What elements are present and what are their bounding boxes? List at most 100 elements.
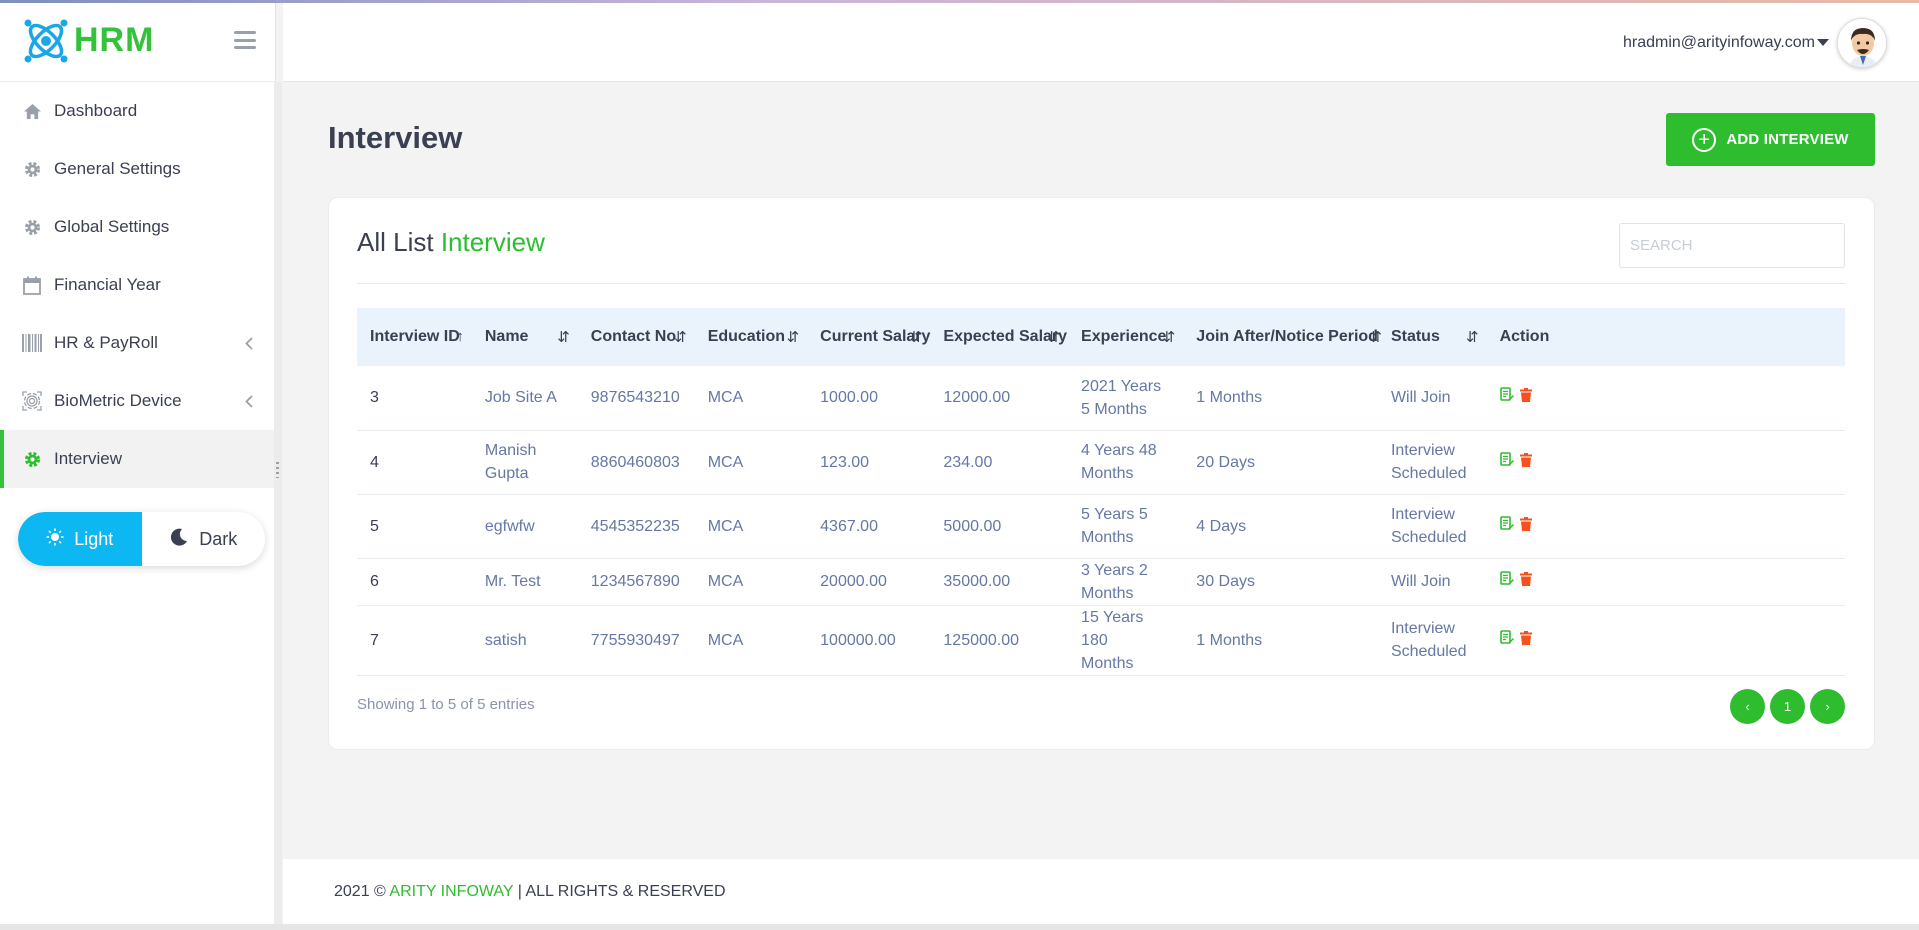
sidebar-resize-handle[interactable] (274, 82, 282, 930)
cell-education: MCA (694, 494, 808, 559)
cell-action (1486, 605, 1845, 676)
home-icon (22, 101, 42, 121)
moon-icon (169, 527, 189, 552)
card-title-prefix: All List (357, 227, 434, 257)
cell-expected-salary: 5000.00 (930, 494, 1069, 559)
page-1-button[interactable]: 1 (1770, 689, 1805, 724)
sidebar-item-hr-payroll[interactable]: HR & PayRoll (0, 314, 275, 372)
column-header-education[interactable]: Education ⇵ (695, 308, 807, 366)
sidebar-item-interview[interactable]: Interview (0, 430, 275, 488)
delete-icon[interactable] (1519, 386, 1532, 409)
edit-icon[interactable] (1499, 386, 1514, 409)
cell-education: MCA (694, 605, 808, 676)
cell-interview-id: 3 (357, 366, 472, 431)
cell-name: Job Site A (471, 366, 578, 431)
column-header-interview-id[interactable]: Interview ID ↑ (357, 308, 472, 366)
cell-contact-no: 7755930497 (577, 605, 695, 676)
table-row: 5 egfwfw 4545352235 MCA 4367.00 5000.00 5 Year… (357, 494, 1845, 559)
column-header-status[interactable]: Status ⇵ (1378, 308, 1487, 366)
cell-status: Interview Scheduled (1377, 494, 1487, 559)
cell-name: Manish Gupta (471, 430, 578, 495)
theme-toggle: Light Dark (18, 512, 265, 566)
cell-name: satish (471, 605, 578, 676)
logo-text: HRM (74, 21, 155, 59)
sort-icon[interactable]: ⇵ (1163, 328, 1176, 346)
cell-expected-salary: 12000.00 (930, 366, 1069, 431)
edit-icon[interactable] (1499, 515, 1514, 538)
cell-experience: 2021 Years 5 Months (1068, 366, 1184, 431)
entries-info: Showing 1 to 5 of 5 entries (357, 696, 535, 713)
column-header-experience[interactable]: Experience ⇵ (1068, 308, 1183, 366)
sort-icon[interactable]: ⇵ (910, 328, 923, 346)
light-theme-button[interactable]: Light (18, 512, 142, 566)
column-header-current-salary[interactable]: Current Salary ⇵ (807, 308, 930, 366)
user-email[interactable]: hradmin@arityinfoway.com (1623, 34, 1815, 52)
light-theme-label: Light (74, 528, 114, 549)
edit-icon[interactable] (1499, 570, 1514, 593)
avatar[interactable] (1837, 18, 1887, 68)
cell-current-salary: 100000.00 (807, 605, 931, 676)
sort-icon[interactable]: ⇵ (674, 328, 687, 346)
chevron-left-icon (245, 393, 253, 413)
column-header-join-after[interactable]: Join After/Notice Period ⇵ (1183, 308, 1382, 366)
logo-icon (24, 19, 68, 62)
card-title-accent: Interview (440, 227, 545, 257)
page-title: Interview (328, 120, 463, 155)
edit-icon[interactable] (1499, 451, 1514, 474)
sidebar-item-global-settings[interactable]: Global Settings (0, 198, 275, 256)
cell-experience: 15 Years 180 Months (1068, 605, 1184, 676)
edit-icon[interactable] (1499, 629, 1514, 652)
sidebar-item-label: BioMetric Device (54, 391, 182, 410)
cell-status: Will Join (1377, 366, 1487, 431)
cell-expected-salary: 35000.00 (930, 558, 1069, 606)
cell-status: Interview Scheduled (1377, 430, 1487, 495)
cell-notice-period: 4 Days (1183, 494, 1378, 559)
cell-action (1486, 558, 1845, 606)
sidebar-item-label: Global Settings (54, 217, 170, 236)
footer-brand-link[interactable]: ARITY INFOWAY (389, 883, 513, 900)
column-header-name[interactable]: Name ⇵ (472, 308, 578, 366)
sort-icon[interactable]: ⇵ (787, 328, 800, 346)
gear-icon (22, 449, 42, 469)
sidebar-item-general-settings[interactable]: General Settings (0, 140, 275, 198)
column-header-action: Action (1499, 328, 1550, 345)
delete-icon[interactable] (1519, 515, 1532, 538)
next-page-button[interactable]: › (1810, 689, 1845, 724)
sidebar-item-dashboard[interactable]: Dashboard (0, 82, 275, 140)
prev-page-button[interactable]: ‹ (1730, 689, 1765, 724)
sidebar-item-financial-year[interactable]: Financial Year (0, 256, 275, 314)
sort-icon[interactable]: ↑ (456, 328, 464, 345)
cell-name: egfwfw (471, 494, 578, 559)
menu-toggle-icon[interactable] (234, 31, 256, 49)
column-header-expected-salary[interactable]: Expected Salary ⇵ (930, 308, 1068, 366)
fingerprint-icon (22, 391, 42, 411)
sort-icon[interactable]: ⇵ (1047, 328, 1060, 346)
sidebar-item-label: Dashboard (54, 101, 138, 120)
sidebar-item-biometric-device[interactable]: BioMetric Device (0, 372, 275, 430)
interview-list-card: All List Interview Interview ID↑ Name⇵ C… (328, 197, 1875, 750)
cell-expected-salary: 125000.00 (930, 605, 1069, 676)
cell-experience: 3 Years 2 Months (1068, 558, 1184, 606)
barcode-icon (22, 333, 42, 353)
add-interview-button[interactable]: + ADD INTERVIEW (1666, 113, 1875, 166)
sort-icon[interactable]: ⇵ (1466, 328, 1479, 346)
table-header-row: Interview ID ↑ Name ⇵ Contact No ⇵ Educatio… (357, 308, 1845, 366)
table-row: 7 satish 7755930497 MCA 100000.00 125000.00 15… (357, 605, 1845, 676)
delete-icon[interactable] (1519, 629, 1532, 652)
cell-action (1486, 494, 1845, 559)
search-input[interactable] (1619, 223, 1845, 268)
cell-notice-period: 1 Months (1183, 605, 1378, 676)
dark-theme-button[interactable]: Dark (142, 512, 266, 566)
horizontal-scrollbar[interactable] (0, 924, 1919, 930)
caret-down-icon[interactable] (1817, 39, 1829, 46)
dark-theme-label: Dark (199, 528, 238, 549)
table-row: 6 Mr. Test 1234567890 MCA 20000.00 35000.00 3 … (357, 558, 1845, 606)
column-header-contact-no[interactable]: Contact No ⇵ (578, 308, 695, 366)
sort-icon[interactable]: ⇵ (557, 328, 570, 346)
cell-action (1486, 430, 1845, 495)
cell-interview-id: 5 (357, 494, 472, 559)
cell-name: Mr. Test (471, 558, 578, 606)
delete-icon[interactable] (1519, 451, 1532, 474)
sidebar-item-label: HR & PayRoll (54, 333, 158, 352)
delete-icon[interactable] (1519, 570, 1532, 593)
